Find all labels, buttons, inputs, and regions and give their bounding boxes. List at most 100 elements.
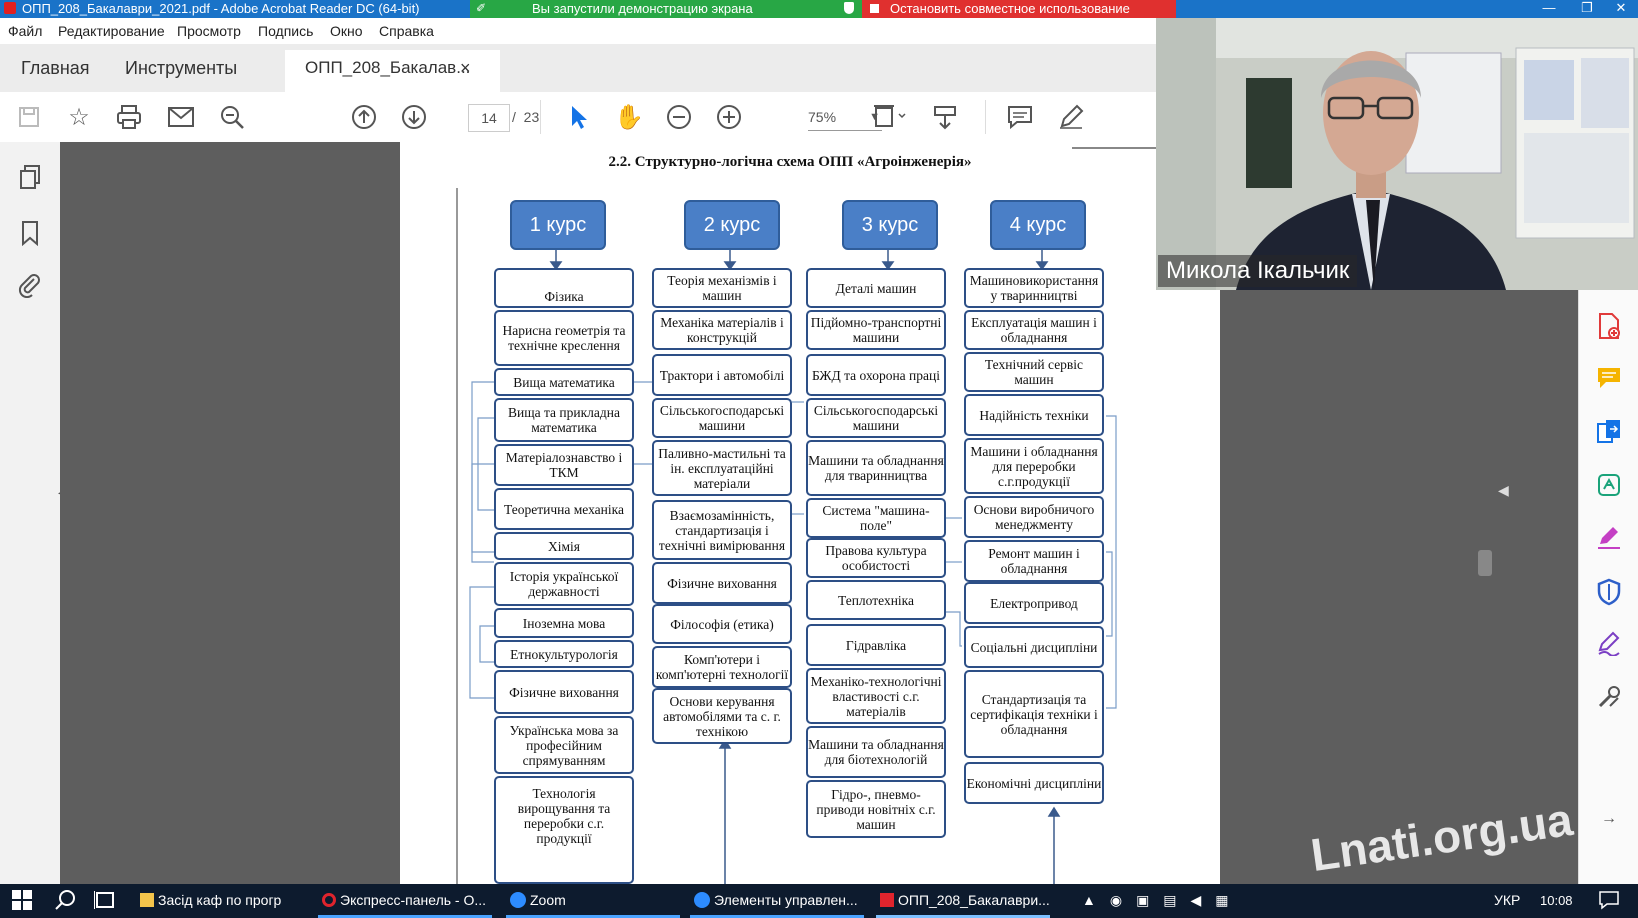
taskbar-item-zoom-controls[interactable]: Элементы управлен...: [694, 892, 858, 908]
subject-box: Вища математика: [494, 368, 634, 396]
subject-box: Машини і обладнання для переробки с.г.пр…: [964, 438, 1104, 494]
subject-box: Основи керування автомобілями та с. г. т…: [652, 688, 792, 744]
hand-tool-icon[interactable]: ✋: [614, 102, 644, 132]
stop-icon: [870, 4, 879, 13]
subject-box: Основи виробничого менеджменту: [964, 496, 1104, 538]
clock-time[interactable]: 10:08: [1540, 893, 1573, 908]
scrollbar-thumb[interactable]: [1478, 550, 1492, 576]
course-2-header: 2 курс: [684, 200, 780, 250]
subject-box: Гідравліка: [806, 624, 946, 666]
subject-box: Машини та обладнання для біотехнологій: [806, 726, 946, 778]
subject-box: Історія української державності: [494, 562, 634, 606]
bookmark-icon[interactable]: [16, 220, 44, 248]
opera-icon: [322, 893, 336, 907]
document-canvas-left: [60, 142, 400, 884]
subject-box: Фізика: [494, 268, 634, 308]
restore-button[interactable]: ❐: [1572, 0, 1602, 18]
attachment-icon[interactable]: [16, 272, 44, 300]
search-taskbar-icon[interactable]: [54, 889, 76, 914]
menu-edit[interactable]: Редактирование: [58, 23, 165, 39]
taskbar-item-opera[interactable]: Экспресс-панель - О...: [322, 892, 486, 908]
pdf-page: 2.2. Структурно-логічна схема ОПП «Агроі…: [400, 142, 1220, 884]
zoom-icon: [694, 892, 710, 908]
subject-box: Технологія вирощування та переробки с.г.…: [494, 776, 634, 884]
subject-box: Матеріалознавство і ТКМ: [494, 444, 634, 486]
subject-box: Підйомно-транспортні машини: [806, 310, 946, 350]
subject-box: Деталі машин: [806, 268, 946, 308]
subject-box: Надійність техніки: [964, 394, 1104, 436]
bookmark-star-icon[interactable]: ☆: [64, 102, 94, 132]
edit-sign-icon[interactable]: [1595, 630, 1623, 658]
menu-window[interactable]: Окно: [330, 23, 363, 39]
shield-icon: [844, 2, 854, 14]
tab-tools[interactable]: Инструменты: [125, 58, 237, 79]
page-number-input[interactable]: 14: [468, 104, 510, 132]
subject-box: Технічний сервіс машин: [964, 352, 1104, 392]
zoom-in-icon[interactable]: [714, 102, 744, 132]
create-pdf-icon[interactable]: [1595, 312, 1623, 340]
close-window-button[interactable]: ✕: [1606, 0, 1636, 18]
comment-tool-icon[interactable]: [1595, 366, 1623, 394]
notifications-icon[interactable]: [1598, 890, 1620, 913]
drag-handle-icon[interactable]: ✐: [476, 1, 486, 15]
tab-bar: Главная Инструменты ОПП_208_Бакалав... ×: [0, 44, 1156, 93]
toolbar: ☆ 14 / 23 ✋ 75% ▼: [0, 92, 1156, 143]
menu-help[interactable]: Справка: [379, 23, 434, 39]
comment-icon[interactable]: [1005, 102, 1035, 132]
subject-box: Механіко-технологічні властивості с.г. м…: [806, 668, 946, 724]
subject-box: Нарисна геометрія та технічне креслення: [494, 310, 634, 366]
save-icon[interactable]: [14, 102, 44, 132]
subject-box: Трактори і автомобілі: [652, 354, 792, 396]
tab-document-label[interactable]: ОПП_208_Бакалав...: [305, 58, 470, 78]
taskbar-item-acrobat[interactable]: ОПП_208_Бакалаври...: [880, 892, 1050, 908]
minimize-button[interactable]: —: [1534, 0, 1564, 18]
subject-box: Фізичне виховання: [494, 670, 634, 714]
subject-box: БЖД та охорона праці: [806, 354, 946, 396]
page-thumbnails-icon[interactable]: [16, 164, 44, 192]
next-page-icon[interactable]: [399, 102, 429, 132]
taskbar-item-folder[interactable]: Засід каф по прогр: [140, 892, 281, 908]
stop-share-button[interactable]: Остановить совместное использование: [862, 0, 1176, 18]
subject-box: Економічні дисципліни: [964, 762, 1104, 804]
window-title: ОПП_208_Бакалаври_2021.pdf - Adobe Acrob…: [22, 1, 420, 16]
subject-box: Паливно-мастильні та ін. експлуатаційні …: [652, 440, 792, 496]
search-icon[interactable]: [217, 102, 247, 132]
input-language[interactable]: УКР: [1494, 892, 1520, 908]
subject-box: Філософія (етика): [652, 604, 792, 644]
email-icon[interactable]: [166, 102, 196, 132]
subject-box: Вища та прикладна математика: [494, 398, 634, 442]
task-view-icon[interactable]: [93, 890, 116, 913]
windows-start-icon[interactable]: [12, 890, 32, 913]
expand-right-icon[interactable]: ◀: [1498, 482, 1509, 499]
page-total: / 23: [512, 109, 540, 125]
tab-home[interactable]: Главная: [21, 58, 90, 79]
prev-page-icon[interactable]: [349, 102, 379, 132]
more-tools-icon[interactable]: [1595, 684, 1623, 712]
subject-box: Сільськогосподарські машини: [806, 398, 946, 438]
subject-box: Українська мова за професійним спрямуван…: [494, 716, 634, 774]
menu-view[interactable]: Просмотр: [177, 23, 241, 39]
share-banner-text: Вы запустили демонстрацию экрана: [532, 1, 753, 16]
collapse-right-icon[interactable]: →: [1595, 810, 1623, 838]
subject-box: Механіка матеріалів і конструкцій: [652, 310, 792, 350]
screen-share-banner: ✐ Вы запустили демонстрацию экрана: [470, 0, 862, 18]
system-tray-icons[interactable]: ▲◉▣▤◀▦: [1082, 892, 1243, 909]
print-icon[interactable]: [114, 102, 144, 132]
tab-close-icon[interactable]: ×: [460, 58, 471, 79]
send-for-review-icon[interactable]: [1595, 472, 1623, 500]
fill-sign-icon[interactable]: [1595, 524, 1623, 552]
protect-shield-icon[interactable]: [1595, 578, 1623, 606]
scroll-mode-icon[interactable]: [930, 102, 960, 132]
menu-bar: Файл Редактирование Просмотр Подпись Окн…: [0, 18, 1156, 44]
fit-page-icon[interactable]: [870, 102, 910, 132]
export-pdf-icon[interactable]: [1595, 418, 1623, 446]
taskbar-item-zoom[interactable]: Zoom: [510, 892, 566, 908]
menu-sign[interactable]: Подпись: [258, 23, 313, 39]
menu-file[interactable]: Файл: [8, 23, 42, 39]
zoom-out-icon[interactable]: [664, 102, 694, 132]
course-4-header: 4 курс: [990, 200, 1086, 250]
course-3-header: 3 курс: [842, 200, 938, 250]
course-1-header: 1 курс: [510, 200, 606, 250]
select-cursor-icon[interactable]: [564, 102, 594, 132]
pen-icon[interactable]: [1056, 102, 1086, 132]
